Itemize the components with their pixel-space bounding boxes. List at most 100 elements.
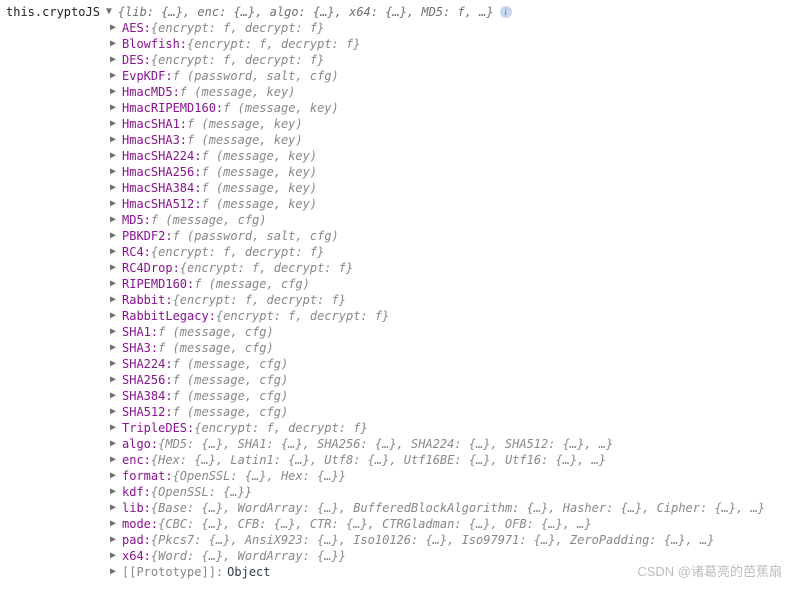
tree-row[interactable]: ▶RabbitLegacy: {encrypt: f, decrypt: f} <box>110 308 790 324</box>
tree-row[interactable]: ▶AES: {encrypt: f, decrypt: f} <box>110 20 790 36</box>
triangle-right-icon[interactable]: ▶ <box>110 36 122 52</box>
property-value: f (message, cfg) <box>173 404 289 420</box>
tree-row[interactable]: ▶Rabbit: {encrypt: f, decrypt: f} <box>110 292 790 308</box>
property-value: f (message, key) <box>187 116 303 132</box>
property-value: {OpenSSL: {…}, Hex: {…}} <box>173 468 346 484</box>
tree-row[interactable]: ▶HmacRIPEMD160: f (message, key) <box>110 100 790 116</box>
triangle-right-icon[interactable]: ▶ <box>110 52 122 68</box>
property-key: HmacSHA384: <box>122 180 201 196</box>
tree-row-proto[interactable]: ▶[[Prototype]]:Object <box>110 564 790 580</box>
triangle-right-icon[interactable]: ▶ <box>110 148 122 164</box>
triangle-right-icon[interactable]: ▶ <box>110 516 122 532</box>
tree-row[interactable]: ▶RC4: {encrypt: f, decrypt: f} <box>110 244 790 260</box>
tree-row[interactable]: ▶Blowfish: {encrypt: f, decrypt: f} <box>110 36 790 52</box>
property-value: {MD5: {…}, SHA1: {…}, SHA256: {…}, SHA22… <box>158 436 613 452</box>
triangle-right-icon[interactable]: ▶ <box>110 436 122 452</box>
property-value: f (message, cfg) <box>173 388 289 404</box>
property-value: f (message, cfg) <box>158 324 274 340</box>
triangle-right-icon[interactable]: ▶ <box>110 324 122 340</box>
property-value: f (password, salt, cfg) <box>173 228 339 244</box>
property-key: RC4: <box>122 244 151 260</box>
tree-row[interactable]: ▶SHA512: f (message, cfg) <box>110 404 790 420</box>
property-value: {encrypt: f, decrypt: f} <box>216 308 389 324</box>
triangle-right-icon[interactable]: ▶ <box>110 388 122 404</box>
triangle-right-icon[interactable]: ▶ <box>110 308 122 324</box>
tree-row[interactable]: ▶SHA1: f (message, cfg) <box>110 324 790 340</box>
tree-row[interactable]: ▶HmacSHA512: f (message, key) <box>110 196 790 212</box>
tree-row[interactable]: ▶PBKDF2: f (password, salt, cfg) <box>110 228 790 244</box>
triangle-right-icon[interactable]: ▶ <box>110 564 122 580</box>
tree-row[interactable]: ▶lib: {Base: {…}, WordArray: {…}, Buffer… <box>110 500 790 516</box>
triangle-right-icon[interactable]: ▶ <box>110 404 122 420</box>
property-key: lib: <box>122 500 151 516</box>
triangle-right-icon[interactable]: ▶ <box>110 468 122 484</box>
triangle-right-icon[interactable]: ▶ <box>110 196 122 212</box>
tree-row[interactable]: ▶RC4Drop: {encrypt: f, decrypt: f} <box>110 260 790 276</box>
triangle-right-icon[interactable]: ▶ <box>110 20 122 36</box>
triangle-right-icon[interactable]: ▶ <box>110 100 122 116</box>
triangle-right-icon[interactable]: ▶ <box>110 276 122 292</box>
tree-row[interactable]: ▶TripleDES: {encrypt: f, decrypt: f} <box>110 420 790 436</box>
tree-row[interactable]: ▶RIPEMD160: f (message, cfg) <box>110 276 790 292</box>
tree-row[interactable]: ▶SHA224: f (message, cfg) <box>110 356 790 372</box>
triangle-right-icon[interactable]: ▶ <box>110 228 122 244</box>
root-object-line[interactable]: this.cryptoJS ▼ {lib: {…}, enc: {…}, alg… <box>0 4 790 20</box>
tree-row[interactable]: ▶SHA3: f (message, cfg) <box>110 340 790 356</box>
triangle-right-icon[interactable]: ▶ <box>110 484 122 500</box>
triangle-right-icon[interactable]: ▶ <box>110 340 122 356</box>
tree-row[interactable]: ▶SHA256: f (message, cfg) <box>110 372 790 388</box>
property-value: f (message, key) <box>201 180 317 196</box>
triangle-right-icon[interactable]: ▶ <box>110 260 122 276</box>
triangle-right-icon[interactable]: ▶ <box>110 532 122 548</box>
property-value: {encrypt: f, decrypt: f} <box>151 52 324 68</box>
triangle-down-icon[interactable]: ▼ <box>106 4 118 20</box>
triangle-right-icon[interactable]: ▶ <box>110 68 122 84</box>
triangle-right-icon[interactable]: ▶ <box>110 132 122 148</box>
tree-row[interactable]: ▶DES: {encrypt: f, decrypt: f} <box>110 52 790 68</box>
property-key: AES: <box>122 20 151 36</box>
triangle-right-icon[interactable]: ▶ <box>110 452 122 468</box>
property-value: {Hex: {…}, Latin1: {…}, Utf8: {…}, Utf16… <box>151 452 606 468</box>
tree-row[interactable]: ▶SHA384: f (message, cfg) <box>110 388 790 404</box>
tree-row[interactable]: ▶MD5: f (message, cfg) <box>110 212 790 228</box>
triangle-right-icon[interactable]: ▶ <box>110 372 122 388</box>
tree-row[interactable]: ▶HmacSHA224: f (message, key) <box>110 148 790 164</box>
property-key: SHA224: <box>122 356 173 372</box>
tree-row[interactable]: ▶HmacMD5: f (message, key) <box>110 84 790 100</box>
property-key: SHA384: <box>122 388 173 404</box>
tree-row[interactable]: ▶HmacSHA384: f (message, key) <box>110 180 790 196</box>
triangle-right-icon[interactable]: ▶ <box>110 244 122 260</box>
triangle-right-icon[interactable]: ▶ <box>110 164 122 180</box>
tree-row[interactable]: ▶algo: {MD5: {…}, SHA1: {…}, SHA256: {…}… <box>110 436 790 452</box>
property-key: DES: <box>122 52 151 68</box>
triangle-right-icon[interactable]: ▶ <box>110 212 122 228</box>
tree-row[interactable]: ▶x64: {Word: {…}, WordArray: {…}} <box>110 548 790 564</box>
tree-row[interactable]: ▶pad: {Pkcs7: {…}, AnsiX923: {…}, Iso101… <box>110 532 790 548</box>
tree-row[interactable]: ▶HmacSHA1: f (message, key) <box>110 116 790 132</box>
triangle-right-icon[interactable]: ▶ <box>110 84 122 100</box>
tree-row[interactable]: ▶mode: {CBC: {…}, CFB: {…}, CTR: {…}, CT… <box>110 516 790 532</box>
triangle-right-icon[interactable]: ▶ <box>110 500 122 516</box>
tree-row[interactable]: ▶format: {OpenSSL: {…}, Hex: {…}} <box>110 468 790 484</box>
property-key: algo: <box>122 436 158 452</box>
property-value: f (message, key) <box>201 164 317 180</box>
tree-row[interactable]: ▶HmacSHA256: f (message, key) <box>110 164 790 180</box>
property-value: f (message, key) <box>201 148 317 164</box>
property-value: f (message, cfg) <box>173 356 289 372</box>
tree-row[interactable]: ▶EvpKDF: f (password, salt, cfg) <box>110 68 790 84</box>
property-key: SHA256: <box>122 372 173 388</box>
triangle-right-icon[interactable]: ▶ <box>110 548 122 564</box>
property-key: HmacSHA512: <box>122 196 201 212</box>
tree-row[interactable]: ▶enc: {Hex: {…}, Latin1: {…}, Utf8: {…},… <box>110 452 790 468</box>
triangle-right-icon[interactable]: ▶ <box>110 356 122 372</box>
property-value: f (message, key) <box>223 100 339 116</box>
tree-row[interactable]: ▶HmacSHA3: f (message, key) <box>110 132 790 148</box>
triangle-right-icon[interactable]: ▶ <box>110 180 122 196</box>
triangle-right-icon[interactable]: ▶ <box>110 292 122 308</box>
property-key: format: <box>122 468 173 484</box>
tree-row[interactable]: ▶kdf: {OpenSSL: {…}} <box>110 484 790 500</box>
info-icon[interactable]: i <box>500 6 512 18</box>
triangle-right-icon[interactable]: ▶ <box>110 116 122 132</box>
property-key: SHA1: <box>122 324 158 340</box>
triangle-right-icon[interactable]: ▶ <box>110 420 122 436</box>
